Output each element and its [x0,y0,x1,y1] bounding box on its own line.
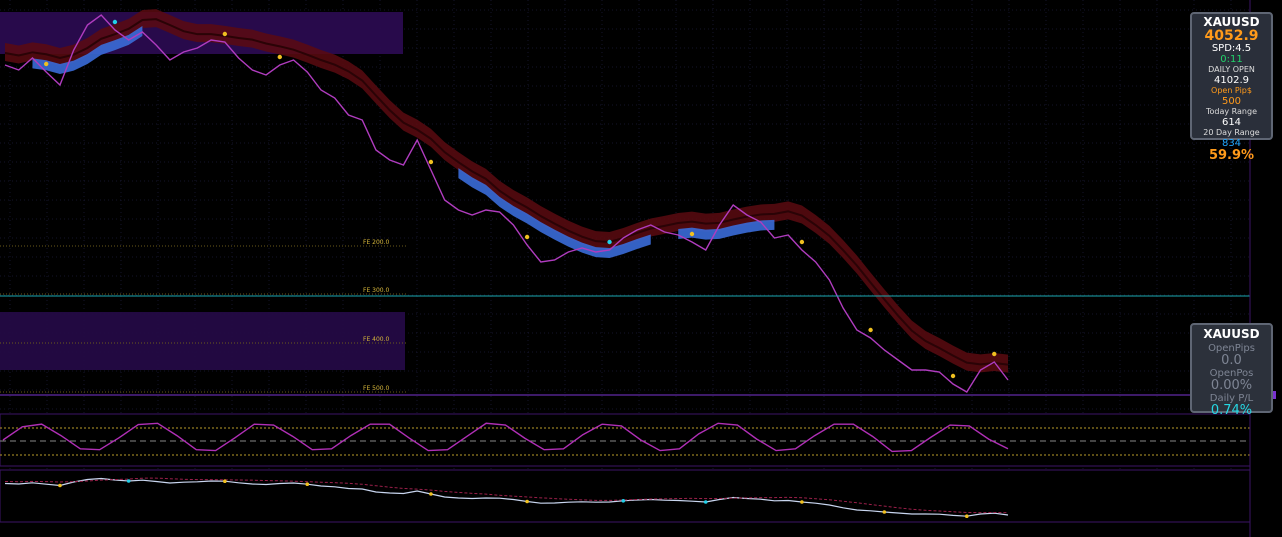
info-box: XAUUSD 4052.9 SPD:4.5 0:11 DAILY OPEN 41… [1190,12,1273,163]
signal-star [222,31,228,37]
signal-star [992,351,997,357]
signal-star [607,239,612,245]
signal-star [868,327,873,333]
daily-open-value: 4102.9 [1214,75,1249,86]
position-box: XAUUSD OpenPips 0.0 OpenPos 0.00% Daily … [1190,323,1273,418]
signal-star [799,239,805,245]
zone-mid [0,312,405,370]
today-range-label: Today Range [1205,107,1258,116]
signal-star [277,54,282,60]
signal-star [112,19,118,25]
lower-marker [882,510,887,514]
lower-marker [58,483,62,488]
pos-open-pips-value: 0.0 [1221,353,1242,368]
daily-open-label: DAILY OPEN [1208,65,1255,74]
lower-marker [525,499,529,504]
info-timer: 0:11 [1220,54,1243,65]
lower-marker [223,479,227,484]
info-symbol: XAUUSD [1203,15,1260,29]
day20-range-label: 20 Day Range [1203,128,1260,137]
lower-marker [964,514,969,518]
signal-star [689,231,695,237]
signal-star [44,61,49,67]
lower-marker [429,492,433,496]
fe-label: FE 200.0 [363,239,390,246]
open-pips-value: 500 [1221,96,1242,107]
lower-marker [800,500,804,504]
fe-label: FE 500.0 [363,385,390,392]
signal-star [524,234,530,240]
lower-marker [126,479,131,483]
fe-label: FE 400.0 [363,336,390,343]
signal-star [950,373,956,379]
fe-label: FE 300.0 [363,287,390,294]
lower-marker [305,482,310,487]
oscillator-panel [0,413,1251,467]
pos-symbol: XAUUSD [1203,327,1260,341]
lower-marker [703,500,708,504]
range-percent: 59.9% [1208,148,1255,163]
info-price: 4052.9 [1204,28,1259,44]
today-range-value: 614 [1221,117,1242,128]
lower-marker [621,499,626,503]
price-chart[interactable]: FE 200.0 FE 300.0 FE 400.0 FE 500.0 [0,0,1282,537]
pos-open-pos-value: 0.00% [1210,378,1253,393]
lower-panel [0,469,1251,523]
signal-star [428,159,434,165]
open-pips-label: Open Pip$ [1211,86,1252,95]
info-spread: SPD:4.5 [1211,43,1252,54]
pos-daily-pl-value: 0.74% [1210,403,1253,418]
